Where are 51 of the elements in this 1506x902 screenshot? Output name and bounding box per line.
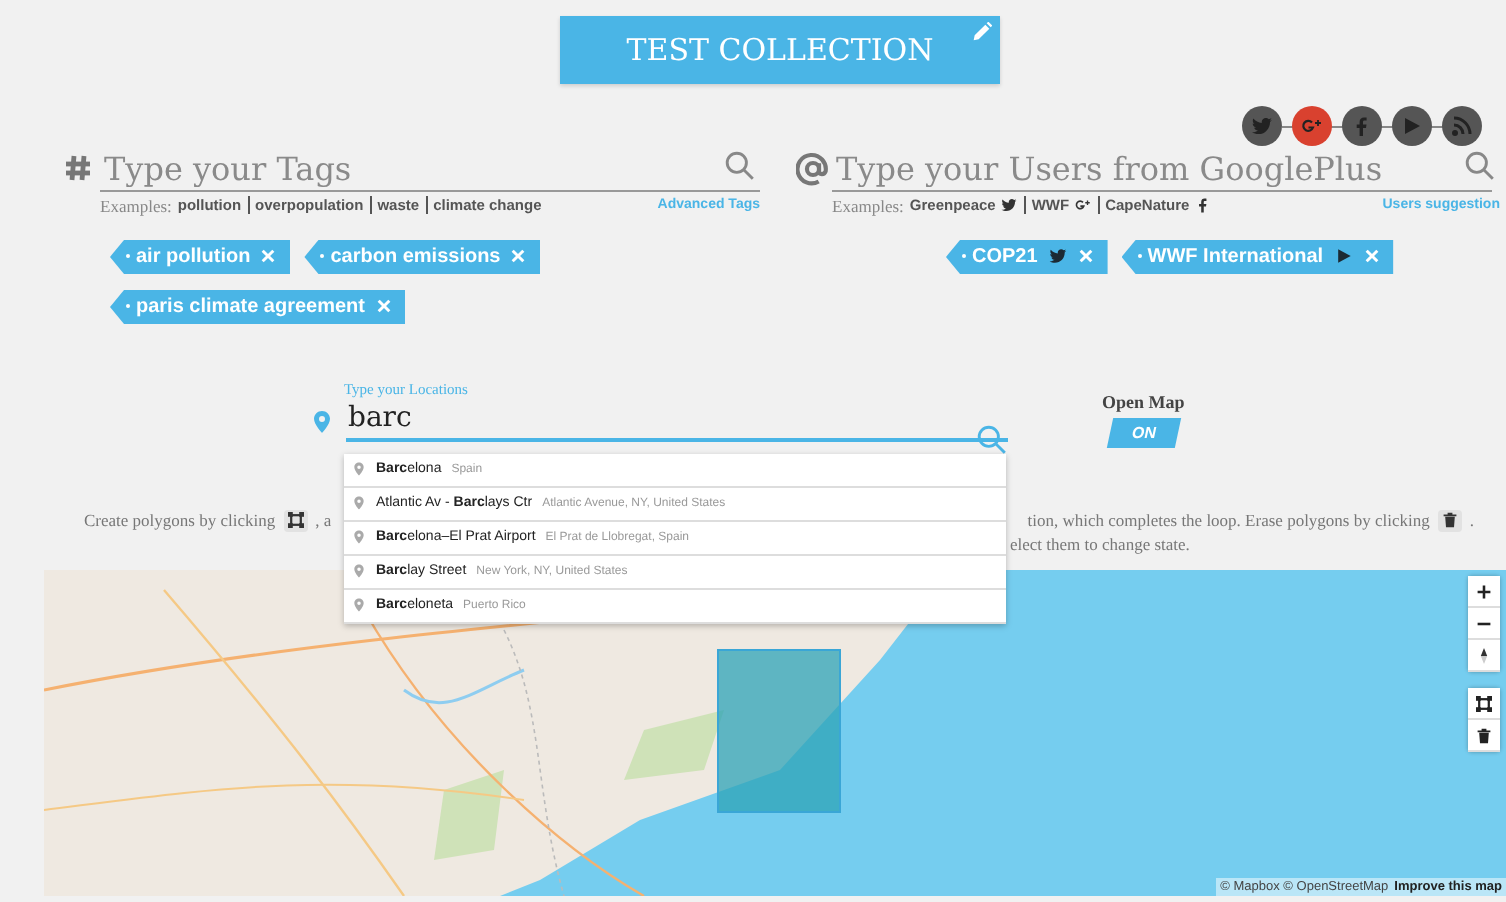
social-link[interactable] <box>1242 106 1282 146</box>
pin-icon <box>352 528 366 547</box>
rss-link[interactable] <box>1442 106 1482 146</box>
g-plus-icon <box>1300 114 1324 138</box>
bird-icon <box>1250 114 1274 138</box>
zoom-in-button[interactable] <box>1468 576 1500 609</box>
trash-icon <box>1476 727 1492 744</box>
play-icon <box>1333 246 1354 267</box>
g-plus-icon <box>1073 196 1092 215</box>
user-label: COP21 <box>972 245 1038 268</box>
social-link[interactable] <box>1392 106 1432 146</box>
play-icon <box>1400 114 1424 138</box>
bird-icon <box>999 196 1018 215</box>
at-sign-icon <box>796 151 830 186</box>
help-text: elect them to change state. <box>1010 533 1190 554</box>
compass-button[interactable] <box>1468 640 1500 673</box>
tag-label: air pollution <box>136 245 251 268</box>
search-icon[interactable] <box>1464 149 1496 182</box>
search-icon[interactable] <box>724 149 756 182</box>
trash-tool-icon <box>1437 509 1462 532</box>
examples-label: Examples: <box>832 195 904 216</box>
plus-icon <box>1476 583 1492 600</box>
help-text: . <box>1469 510 1474 531</box>
polygon-icon <box>1476 695 1492 712</box>
pin-icon <box>352 494 366 513</box>
tag-label: paris climate agreement <box>136 295 365 318</box>
help-text: , a <box>315 510 332 531</box>
open-map-label: Open Map <box>1102 391 1185 412</box>
tag-search-field[interactable]: Type your Tags <box>100 149 760 192</box>
rss-icon <box>1450 114 1474 138</box>
pin-icon <box>352 596 366 615</box>
help-text: Create polygons by clicking <box>84 510 276 531</box>
pin-icon <box>310 405 334 438</box>
location-field[interactable]: barc <box>346 401 1008 442</box>
trash-button[interactable] <box>1468 720 1500 753</box>
pin-icon <box>352 562 366 581</box>
tag-label: carbon emissions <box>330 245 501 268</box>
f-logo-icon <box>1193 196 1212 215</box>
hash-icon <box>64 153 92 182</box>
zoom-out-button[interactable] <box>1468 608 1500 641</box>
social-link[interactable] <box>1342 106 1382 146</box>
help-text: tion, which completes the loop. Erase polygons by clicking <box>1027 510 1430 531</box>
examples-label: Examples: <box>100 195 172 216</box>
polygon-tool-button[interactable] <box>1468 688 1500 721</box>
user-label: WWF International <box>1147 245 1324 268</box>
bird-icon <box>1047 246 1068 267</box>
social-link[interactable] <box>1292 106 1332 146</box>
pin-icon <box>352 460 366 479</box>
compass-icon <box>1476 647 1492 664</box>
polygon-tool-icon <box>283 509 308 532</box>
user-search-field[interactable]: Type your Users from GooglePlus <box>832 149 1492 192</box>
